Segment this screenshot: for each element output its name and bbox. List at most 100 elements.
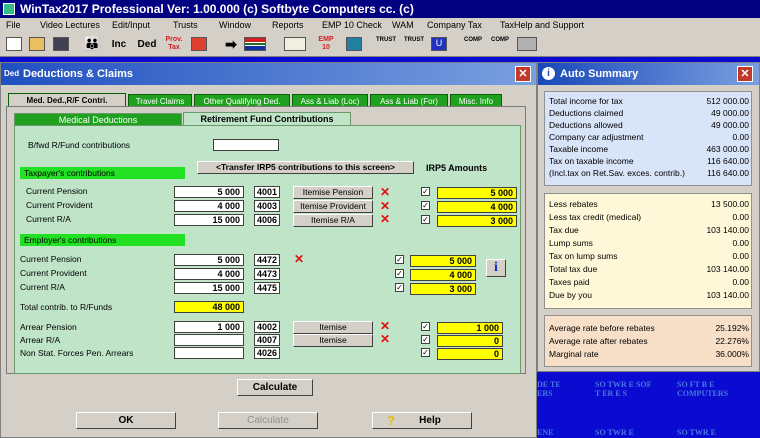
transfer-irp5-button[interactable]: <Transfer IRP5 contributions to this scr… xyxy=(197,161,414,174)
clear-x-icon[interactable]: ✕ xyxy=(380,186,390,198)
calculate-inner-button[interactable]: Calculate xyxy=(237,379,313,396)
employer-contributions-header: Employer's contributions xyxy=(20,234,185,246)
arrow-right-icon[interactable]: ➡ xyxy=(222,36,240,53)
summary-label: Taxes paid xyxy=(549,277,590,287)
irp5-checkbox[interactable]: ✓ xyxy=(421,187,430,196)
employer-provident-input[interactable]: 4 000 xyxy=(174,268,244,280)
summary-value: 0.00 xyxy=(732,238,749,248)
open-folder-icon[interactable] xyxy=(29,37,45,51)
summary-value: 13 500.00 xyxy=(711,199,749,209)
prov-tax-button[interactable]: Prov. Tax xyxy=(164,36,184,53)
taxpayer-provident-input[interactable]: 4 000 xyxy=(174,200,244,212)
irp5-checkbox[interactable]: ✓ xyxy=(395,269,404,278)
menu-video-lectures[interactable]: Video Lectures xyxy=(40,18,100,32)
irp5-checkbox[interactable]: ✓ xyxy=(421,322,430,331)
employer-ra-input[interactable]: 15 000 xyxy=(174,282,244,294)
irp5-ra-value: 3 000 xyxy=(437,215,517,227)
employer-irp5-pension-value: 5 000 xyxy=(410,255,476,267)
income-button[interactable]: Inc xyxy=(108,36,130,53)
company-button-2[interactable]: COMP xyxy=(490,36,510,53)
summary-label: Less rebates xyxy=(549,199,598,209)
summary-close-button[interactable]: ✕ xyxy=(737,66,753,82)
irp5-checkbox[interactable]: ✓ xyxy=(421,335,430,344)
company-button-1[interactable]: COMP xyxy=(463,36,483,53)
app-title: WinTax2017 Professional Ver: 1.00.000 (c… xyxy=(20,2,414,16)
summary-label: Average rate after rebates xyxy=(549,336,648,346)
menu-reports[interactable]: Reports xyxy=(272,18,304,32)
taxpayer-ra-input[interactable]: 15 000 xyxy=(174,214,244,226)
clear-x-icon[interactable]: ✕ xyxy=(380,200,390,212)
arrear-pension-code: 4002 xyxy=(254,321,280,333)
sa-flag-icon[interactable] xyxy=(244,37,266,51)
summary-label: Tax due xyxy=(549,225,579,235)
help-button[interactable]: ? Help xyxy=(372,412,472,429)
itemise-provident-button[interactable]: Itemise Provident xyxy=(293,200,373,213)
clear-x-icon[interactable]: ✕ xyxy=(380,213,390,225)
employer-pension-input[interactable]: 5 000 xyxy=(174,254,244,266)
clear-x-icon[interactable]: ✕ xyxy=(380,333,390,345)
trust-button-2[interactable]: TRUST xyxy=(404,36,424,53)
itemise-arrear-pension-button[interactable]: Itemise xyxy=(293,321,373,334)
shield-icon[interactable]: U xyxy=(431,37,447,51)
info-button[interactable]: i xyxy=(486,259,506,277)
irp5-checkbox[interactable]: ✓ xyxy=(421,348,430,357)
non-stat-arrears-input[interactable] xyxy=(174,347,244,359)
summary-row: Tax on taxable income 116 640.00 xyxy=(549,156,749,167)
ok-button[interactable]: OK xyxy=(76,412,176,429)
summary-row: Taxes paid 0.00 xyxy=(549,277,749,288)
irp5-checkbox[interactable]: ✓ xyxy=(421,201,430,210)
summary-tax-section: Less rebates 13 500.00 Less tax credit (m… xyxy=(544,193,752,309)
car-icon[interactable] xyxy=(191,37,207,51)
bfwd-input[interactable] xyxy=(213,139,279,151)
emp10-button[interactable]: EMP 10 xyxy=(316,36,336,53)
menu-wam[interactable]: WAM xyxy=(392,18,414,32)
app-title-bar: WinTax2017 Professional Ver: 1.00.000 (c… xyxy=(0,0,760,18)
app-icon xyxy=(3,3,15,15)
taxpayer-contributions-header: Taxpayer's contributions xyxy=(20,167,185,179)
trust-button-1[interactable]: TRUST xyxy=(376,36,396,53)
clear-x-icon[interactable]: ✕ xyxy=(294,253,304,265)
deductions-button[interactable]: Ded xyxy=(135,36,159,53)
summary-value: 0.00 xyxy=(732,277,749,287)
menu-company-tax[interactable]: Company Tax xyxy=(427,18,482,32)
itemise-pension-button[interactable]: Itemise Pension xyxy=(293,186,373,199)
dialog-title-bar: Ded Deductions & Claims ✕ xyxy=(1,63,536,85)
taxpayer-provident-code: 4003 xyxy=(254,200,280,212)
arrear-pension-input[interactable]: 1 000 xyxy=(174,321,244,333)
itemise-ra-button[interactable]: Itemise R/A xyxy=(293,214,373,227)
desktop-text: ENE xyxy=(537,428,554,437)
summary-title: Auto Summary xyxy=(560,68,639,80)
summary-row: Tax on lump sums 0.00 xyxy=(549,251,749,262)
employer-pension-label: Current Pension xyxy=(20,254,82,264)
dialog-close-button[interactable]: ✕ xyxy=(515,66,531,82)
menu-trusts[interactable]: Trusts xyxy=(173,18,198,32)
help-label: Help xyxy=(419,415,441,426)
menu-emp10-check[interactable]: EMP 10 Check xyxy=(322,18,382,32)
irp5-checkbox[interactable]: ✓ xyxy=(421,215,430,224)
people-icon[interactable]: 👪 xyxy=(84,37,100,51)
arrear-ra-input[interactable] xyxy=(174,334,244,346)
summary-value: 116 640.00 xyxy=(707,168,749,178)
taxpayer-pension-input[interactable]: 5 000 xyxy=(174,186,244,198)
summary-label: Due by you xyxy=(549,290,592,300)
calculate-button[interactable]: Calculate xyxy=(218,412,318,429)
irp5-checkbox[interactable]: ✓ xyxy=(395,255,404,264)
summary-label: Lump sums xyxy=(549,238,593,248)
book-icon[interactable] xyxy=(284,37,306,51)
summary-value: 0.00 xyxy=(732,132,749,142)
menu-window[interactable]: Window xyxy=(219,18,251,32)
summary-label: Deductions claimed xyxy=(549,108,624,118)
summary-info-icon: i xyxy=(542,67,555,80)
menu-taxhelp[interactable]: TaxHelp and Support xyxy=(500,18,584,32)
calculator-icon[interactable] xyxy=(346,37,362,51)
clear-x-icon[interactable]: ✕ xyxy=(380,320,390,332)
chart-icon[interactable] xyxy=(517,37,537,51)
menu-edit-input[interactable]: Edit/Input xyxy=(112,18,150,32)
menu-file[interactable]: File xyxy=(6,18,21,32)
new-file-icon[interactable] xyxy=(6,37,22,51)
itemise-arrear-ra-button[interactable]: Itemise xyxy=(293,334,373,347)
irp5-checkbox[interactable]: ✓ xyxy=(395,283,404,292)
save-icon[interactable] xyxy=(53,37,69,51)
summary-income-section: Total income for tax 512 000.00 Deduction… xyxy=(544,91,752,186)
summary-row: Tax due 103 140.00 xyxy=(549,225,749,236)
